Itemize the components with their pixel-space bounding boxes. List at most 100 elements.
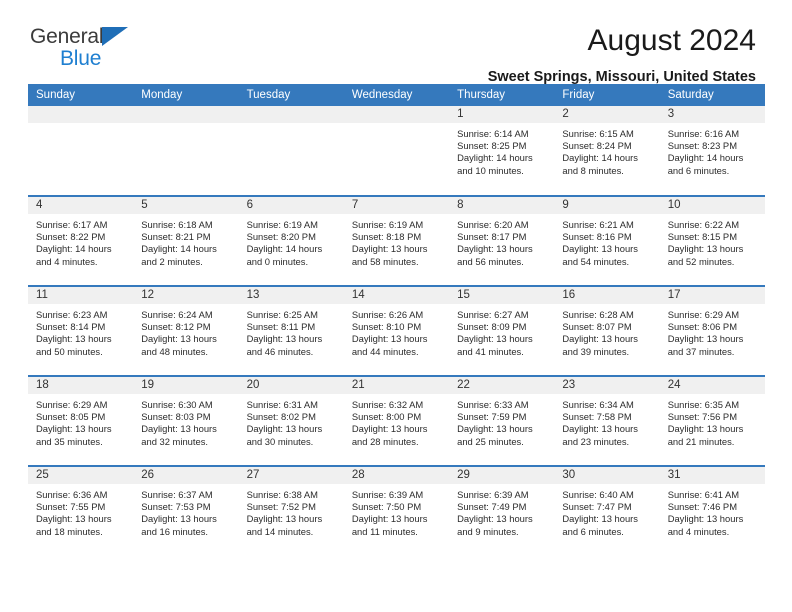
day-daylight-cont-text: and 56 minutes. — [457, 255, 524, 267]
day-number: 16 — [554, 287, 660, 304]
calendar-day-cell[interactable]: 14 Sunrise: 6:26 AM Sunset: 8:10 PM Dayligh… — [343, 285, 450, 376]
calendar-day-cell[interactable]: 13 Sunrise: 6:25 AM Sunset: 8:11 PM Dayligh… — [238, 285, 344, 376]
day-sunset-text: Sunset: 7:53 PM — [141, 501, 211, 513]
day-sunrise-text: Sunrise: 6:14 AM — [457, 128, 529, 139]
calendar-day-cell[interactable]: 25 Sunrise: 6:36 AM Sunset: 7:55 PM Dayligh… — [28, 465, 134, 556]
day-sunrise-text: Sunrise: 6:26 AM — [351, 309, 424, 320]
day-daylight-text: Daylight: 13 hours — [457, 423, 533, 435]
calendar-day-cell[interactable]: 11 Sunrise: 6:23 AM Sunset: 8:14 PM Dayligh… — [28, 285, 134, 376]
day-daylight-text: Daylight: 13 hours — [141, 333, 217, 345]
calendar-day-cell[interactable]: 1 Sunrise: 6:14 AM Sunset: 8:25 PM Daylight… — [449, 106, 555, 196]
calendar-day-cell[interactable]: 6 Sunrise: 6:19 AM Sunset: 8:20 PM Daylight… — [238, 195, 344, 286]
day-number: 13 — [238, 287, 344, 304]
day-details: Sunrise: 6:29 AM Sunset: 8:05 PM Daylight:… — [28, 394, 133, 448]
day-sunset-text: Sunset: 8:03 PM — [141, 411, 211, 423]
day-details: Sunrise: 6:28 AM Sunset: 8:07 PM Daylight:… — [554, 304, 659, 358]
day-sunset-text: Sunset: 8:20 PM — [246, 231, 316, 243]
calendar-week-row: 25 Sunrise: 6:36 AM Sunset: 7:55 PM Dayligh… — [28, 465, 765, 556]
calendar-day-cell[interactable]: 26 Sunrise: 6:37 AM Sunset: 7:53 PM Dayligh… — [133, 465, 239, 556]
day-details: Sunrise: 6:16 AM Sunset: 8:23 PM Daylight:… — [660, 123, 765, 177]
calendar-day-cell[interactable]: 10 Sunrise: 6:22 AM Sunset: 8:15 PM Dayligh… — [659, 195, 765, 286]
calendar-day-cell[interactable]: 8 Sunrise: 6:20 AM Sunset: 8:17 PM Daylight… — [449, 195, 555, 286]
day-daylight-text: Daylight: 13 hours — [667, 513, 744, 525]
day-sunrise-text: Sunrise: 6:31 AM — [246, 399, 318, 410]
day-sunrise-text: Sunrise: 6:36 AM — [36, 489, 108, 500]
day-daylight-cont-text: and 37 minutes. — [667, 345, 735, 357]
calendar-day-cell[interactable]: 12 Sunrise: 6:24 AM Sunset: 8:12 PM Dayligh… — [133, 285, 239, 376]
day-details: Sunrise: 6:31 AM Sunset: 8:02 PM Daylight:… — [239, 394, 344, 448]
day-number: 15 — [449, 287, 555, 304]
calendar-day-cell[interactable]: 5 Sunrise: 6:18 AM Sunset: 8:21 PM Daylight… — [133, 195, 239, 286]
day-number: 18 — [28, 377, 134, 394]
calendar-day-cell[interactable]: 24 Sunrise: 6:35 AM Sunset: 7:56 PM Dayligh… — [659, 375, 765, 466]
day-sunrise-text: Sunrise: 6:19 AM — [246, 219, 318, 230]
generalblue-logo[interactable]: General Blue — [30, 24, 150, 69]
calendar-cell-empty — [28, 106, 134, 196]
day-daylight-text: Daylight: 13 hours — [36, 513, 112, 525]
calendar-day-cell[interactable]: 21 Sunrise: 6:32 AM Sunset: 8:00 PM Dayligh… — [343, 375, 450, 466]
day-sunrise-text: Sunrise: 6:37 AM — [141, 489, 213, 500]
day-number: 28 — [343, 467, 450, 484]
calendar-day-cell[interactable]: 16 Sunrise: 6:28 AM Sunset: 8:07 PM Dayligh… — [554, 285, 660, 376]
calendar-body: 1 Sunrise: 6:14 AM Sunset: 8:25 PM Daylight… — [28, 106, 765, 556]
calendar-day-cell[interactable]: 7 Sunrise: 6:19 AM Sunset: 8:18 PM Daylight… — [343, 195, 450, 286]
calendar-day-cell[interactable]: 22 Sunrise: 6:33 AM Sunset: 7:59 PM Dayligh… — [449, 375, 555, 466]
day-number: 7 — [343, 197, 450, 214]
day-number: 5 — [133, 197, 239, 214]
day-sunrise-text: Sunrise: 6:17 AM — [36, 219, 108, 230]
day-details: Sunrise: 6:19 AM Sunset: 8:20 PM Daylight:… — [239, 214, 344, 268]
calendar-day-cell[interactable]: 19 Sunrise: 6:30 AM Sunset: 8:03 PM Dayligh… — [133, 375, 239, 466]
day-details: Sunrise: 6:17 AM Sunset: 8:22 PM Daylight:… — [28, 214, 133, 268]
calendar-day-cell[interactable]: 17 Sunrise: 6:29 AM Sunset: 8:06 PM Dayligh… — [659, 285, 765, 376]
day-sunrise-text: Sunrise: 6:20 AM — [457, 219, 529, 230]
calendar-week-row: 18 Sunrise: 6:29 AM Sunset: 8:05 PM Dayligh… — [28, 375, 765, 466]
calendar-day-cell[interactable]: 29 Sunrise: 6:39 AM Sunset: 7:49 PM Dayligh… — [449, 465, 555, 556]
day-sunrise-text: Sunrise: 6:19 AM — [351, 219, 424, 230]
calendar-day-cell[interactable]: 15 Sunrise: 6:27 AM Sunset: 8:09 PM Dayligh… — [449, 285, 555, 376]
day-daylight-cont-text: and 52 minutes. — [667, 255, 735, 267]
calendar-day-cell[interactable]: 18 Sunrise: 6:29 AM Sunset: 8:05 PM Dayligh… — [28, 375, 134, 466]
calendar-day-cell[interactable]: 27 Sunrise: 6:38 AM Sunset: 7:52 PM Dayligh… — [238, 465, 344, 556]
calendar-day-cell[interactable]: 3 Sunrise: 6:16 AM Sunset: 8:23 PM Daylight… — [659, 106, 765, 196]
day-sunrise-text: Sunrise: 6:38 AM — [246, 489, 318, 500]
title-block: August 2024 Sweet Springs, Missouri, Uni… — [488, 24, 756, 85]
calendar-day-cell[interactable]: 28 Sunrise: 6:39 AM Sunset: 7:50 PM Dayligh… — [343, 465, 450, 556]
calendar-day-cell[interactable]: 4 Sunrise: 6:17 AM Sunset: 8:22 PM Daylight… — [28, 195, 134, 286]
calendar-day-cell[interactable]: 23 Sunrise: 6:34 AM Sunset: 7:58 PM Dayligh… — [554, 375, 660, 466]
day-details: Sunrise: 6:36 AM Sunset: 7:55 PM Daylight:… — [28, 484, 133, 538]
calendar-day-cell[interactable]: 31 Sunrise: 6:41 AM Sunset: 7:46 PM Dayligh… — [659, 465, 765, 556]
day-daylight-cont-text: and 11 minutes. — [351, 525, 418, 537]
logo-text-blue: Blue — [60, 47, 102, 70]
day-sunset-text: Sunset: 8:16 PM — [562, 231, 632, 243]
day-number: 26 — [133, 467, 239, 484]
day-sunset-text: Sunset: 8:23 PM — [667, 140, 737, 152]
day-details: Sunrise: 6:18 AM Sunset: 8:21 PM Daylight:… — [133, 214, 238, 268]
calendar-day-cell[interactable]: 30 Sunrise: 6:40 AM Sunset: 7:47 PM Dayligh… — [554, 465, 660, 556]
day-details: Sunrise: 6:20 AM Sunset: 8:17 PM Daylight:… — [449, 214, 554, 268]
day-sunset-text: Sunset: 8:09 PM — [457, 321, 527, 333]
day-sunrise-text: Sunrise: 6:39 AM — [457, 489, 529, 500]
day-sunset-text: Sunset: 8:10 PM — [351, 321, 422, 333]
day-sunrise-text: Sunrise: 6:30 AM — [141, 399, 213, 410]
day-sunset-text: Sunset: 7:56 PM — [667, 411, 737, 423]
day-sunrise-text: Sunrise: 6:25 AM — [246, 309, 318, 320]
day-number: 23 — [554, 377, 660, 394]
day-daylight-text: Daylight: 13 hours — [351, 333, 428, 345]
day-daylight-cont-text: and 0 minutes. — [246, 255, 309, 267]
day-sunrise-text: Sunrise: 6:41 AM — [667, 489, 740, 500]
day-sunrise-text: Sunrise: 6:23 AM — [36, 309, 108, 320]
day-number: 29 — [449, 467, 555, 484]
calendar-day-cell[interactable]: 9 Sunrise: 6:21 AM Sunset: 8:16 PM Daylight… — [554, 195, 660, 286]
day-sunset-text: Sunset: 8:14 PM — [36, 321, 106, 333]
day-details: Sunrise: 6:24 AM Sunset: 8:12 PM Daylight:… — [133, 304, 238, 358]
day-sunrise-text: Sunrise: 6:34 AM — [562, 399, 634, 410]
day-number: 14 — [343, 287, 450, 304]
page-subtitle: Sweet Springs, Missouri, United States — [487, 69, 756, 85]
calendar-day-cell[interactable]: 20 Sunrise: 6:31 AM Sunset: 8:02 PM Dayligh… — [238, 375, 344, 466]
calendar-day-cell[interactable]: 2 Sunrise: 6:15 AM Sunset: 8:24 PM Daylight… — [554, 106, 660, 196]
day-daylight-cont-text: and 10 minutes. — [457, 164, 524, 176]
day-details: Sunrise: 6:14 AM Sunset: 8:25 PM Daylight:… — [449, 123, 554, 177]
day-daylight-cont-text: and 28 minutes. — [351, 435, 419, 447]
day-daylight-text: Daylight: 14 hours — [667, 152, 744, 164]
day-number: 21 — [343, 377, 450, 394]
